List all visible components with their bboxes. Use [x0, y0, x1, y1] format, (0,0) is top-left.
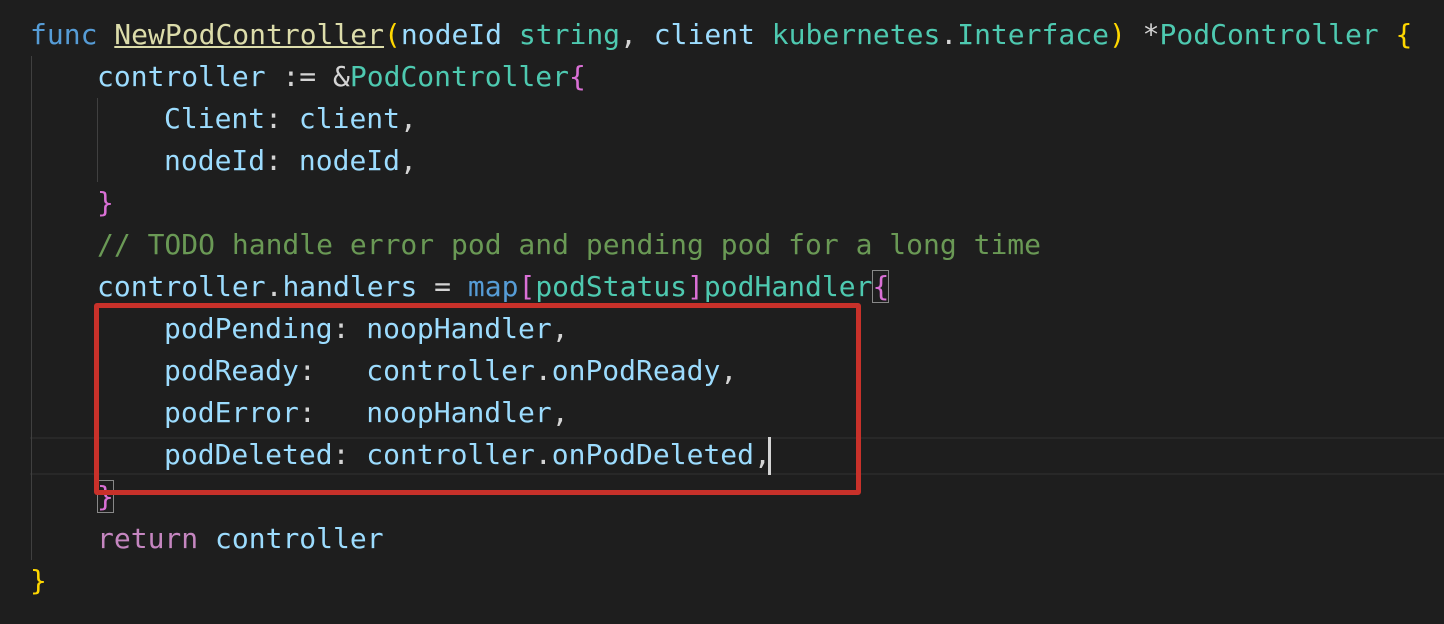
code-editor[interactable]: func NewPodController(nodeId string, cli… — [0, 0, 1444, 624]
func-keyword: func — [30, 18, 98, 51]
code-line-3: Client: client, — [164, 98, 417, 140]
assign-operator: := — [282, 60, 317, 93]
param-client: client — [653, 18, 755, 51]
field-colon: : — [265, 102, 283, 135]
param-client-dot: . — [940, 18, 958, 51]
field-comma: , — [400, 144, 417, 177]
address-operator: & — [333, 60, 350, 93]
assign-operator: = — [434, 270, 452, 303]
close-paren: ) — [1108, 18, 1126, 51]
code-line-1: func NewPodController(nodeId string, cli… — [30, 14, 1412, 56]
field-client: Client — [164, 102, 266, 135]
todo-comment: // TODO handle error pod and pending pod… — [97, 228, 1042, 261]
struct-close-brace: } — [97, 186, 114, 219]
map-keyword: map — [467, 270, 519, 303]
indent-guide-outer — [31, 56, 32, 560]
value-client: client — [298, 102, 401, 135]
map-value-type: podHandler — [703, 270, 873, 303]
param-node-id: nodeId — [400, 18, 503, 51]
return-pointer: * — [1142, 18, 1160, 51]
code-line-4: nodeId: nodeId, — [164, 140, 417, 182]
open-paren: ( — [384, 18, 401, 51]
param-node-id-type: string — [518, 18, 621, 51]
field-colon: : — [265, 144, 283, 177]
code-line-14: } — [30, 560, 47, 602]
controller-ref: controller — [97, 270, 266, 303]
struct-open-brace: { — [569, 60, 586, 93]
return-value: controller — [215, 522, 384, 555]
return-keyword: return — [97, 522, 199, 555]
function-open-brace: { — [1395, 18, 1413, 51]
map-open-brace: { — [872, 270, 890, 303]
code-line-13: return controller — [97, 518, 384, 560]
map-right-bracket: ] — [687, 270, 704, 303]
field-node-id: nodeId — [164, 144, 266, 177]
controller-var: controller — [97, 60, 266, 93]
function-close-brace: } — [30, 564, 47, 597]
param-comma: , — [620, 18, 637, 51]
return-type: PodController — [1159, 18, 1379, 51]
map-left-bracket: [ — [518, 270, 536, 303]
param-client-type: Interface — [957, 18, 1109, 51]
annotation-highlight-box — [94, 303, 861, 495]
handlers-field: handlers — [282, 270, 418, 303]
value-node-id: nodeId — [298, 144, 401, 177]
struct-type: PodController — [349, 60, 570, 93]
field-comma: , — [400, 102, 417, 135]
function-name[interactable]: NewPodController — [114, 18, 384, 51]
code-line-2: controller := &PodController{ — [97, 56, 586, 98]
map-key-type: podStatus — [535, 270, 688, 303]
indent-guide-struct — [97, 98, 98, 182]
member-dot: . — [265, 270, 283, 303]
param-client-package: kubernetes — [771, 18, 941, 51]
code-line-7: controller.handlers = map[podStatus]podH… — [97, 266, 890, 308]
code-line-5: } — [97, 182, 114, 224]
code-line-6: // TODO handle error pod and pending pod… — [97, 224, 1041, 266]
